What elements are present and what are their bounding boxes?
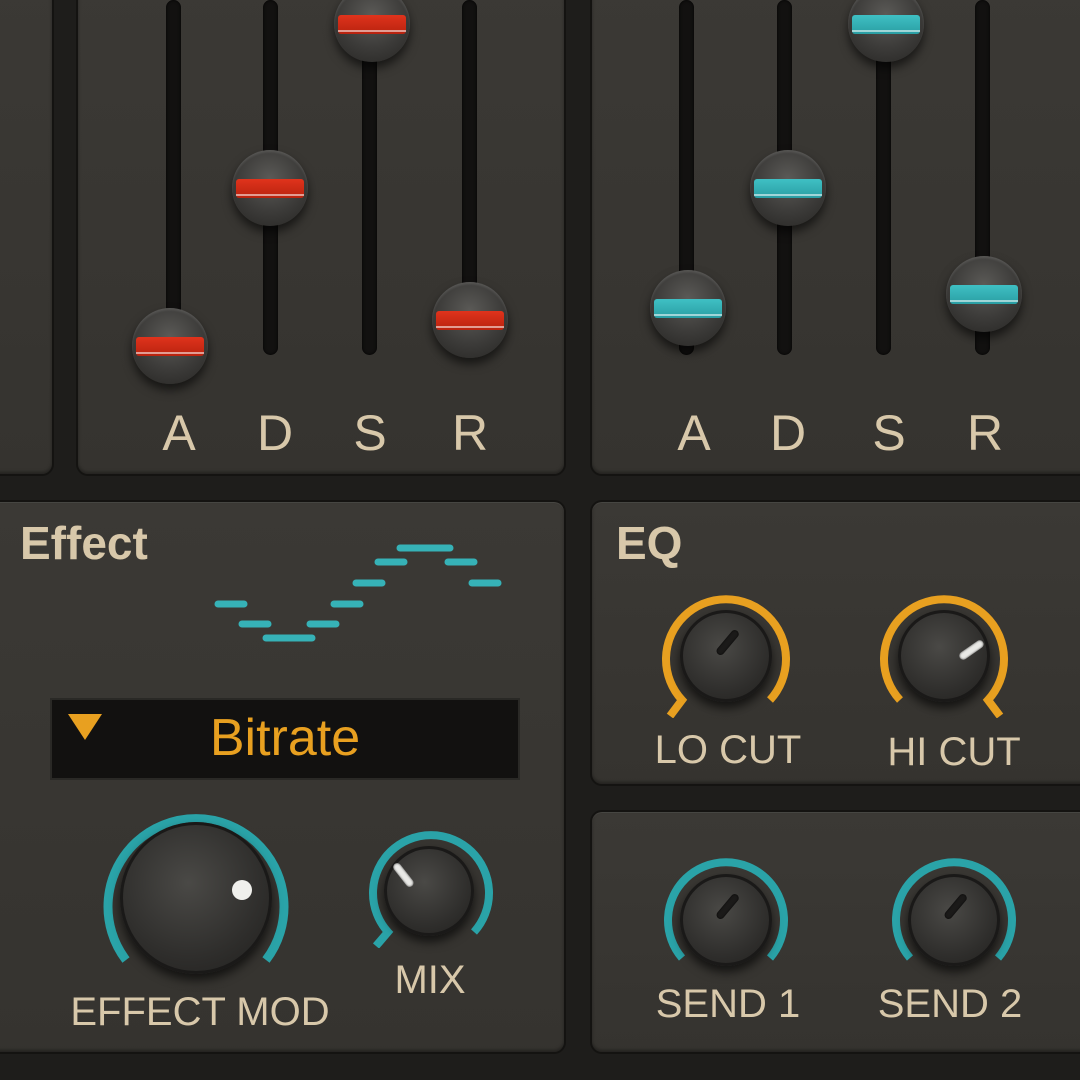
env2-decay-fader[interactable] (750, 150, 826, 226)
send-2-indicator (942, 892, 969, 921)
send-2-knob-body (908, 874, 1000, 966)
effect-mod-label: EFFECT MOD (70, 990, 330, 1034)
env1-label-s: S (353, 405, 387, 461)
effect-mod-knob[interactable] (96, 800, 296, 980)
effect-type-dropdown[interactable]: Bitrate (50, 698, 520, 780)
envelope-1-panel: A D S R (78, 0, 564, 474)
send-1-label: SEND 1 (655, 982, 801, 1026)
env1-release-fader[interactable] (432, 282, 508, 358)
mix-label: MIX (394, 958, 466, 1002)
env1-decay-fader[interactable] (232, 150, 308, 226)
hi-cut-knob[interactable] (878, 592, 1010, 718)
env1-attack-fader[interactable] (132, 308, 208, 384)
env2-label-s: S (872, 405, 906, 461)
send-2-knob[interactable] (888, 854, 1020, 974)
hi-cut-knob-body (898, 610, 990, 702)
eq-title: EQ (616, 517, 683, 569)
env2-label-d: D (769, 405, 807, 461)
env1-sustain-fader[interactable] (334, 0, 410, 62)
env1-label-r: R (451, 405, 489, 461)
env2-sustain-fader[interactable] (848, 0, 924, 62)
envelope-2-panel: A D S R (592, 0, 1080, 474)
effect-mod-knob-body (120, 822, 272, 974)
stepped-sine-icon (214, 544, 502, 642)
env1-label-d: D (256, 405, 294, 461)
send-1-indicator (714, 892, 741, 921)
lo-cut-knob-body (680, 610, 772, 702)
effect-title: Effect (20, 517, 148, 569)
send-1-knob-body (680, 874, 772, 966)
env2-label-a: A (677, 405, 711, 461)
lo-cut-indicator (714, 628, 741, 657)
effect-mod-indicator (232, 880, 252, 900)
env2-release-fader[interactable] (946, 256, 1022, 332)
effect-type-value: Bitrate (209, 709, 361, 767)
mix-knob-body (384, 846, 474, 936)
hi-cut-label: HI CUT (887, 730, 1021, 774)
hi-cut-indicator (957, 638, 986, 662)
mix-knob[interactable] (364, 828, 496, 948)
lo-cut-knob[interactable] (660, 592, 792, 718)
env1-attack-track (166, 0, 181, 355)
env2-label-r: R (966, 405, 1004, 461)
mix-indicator (391, 861, 416, 889)
send-1-knob[interactable] (660, 854, 792, 974)
lo-cut-label: LO CUT (654, 728, 802, 772)
send-2-label: SEND 2 (877, 982, 1023, 1026)
left-panel-edge (0, 0, 52, 474)
env1-label-a: A (162, 405, 196, 461)
env2-attack-fader[interactable] (650, 270, 726, 346)
